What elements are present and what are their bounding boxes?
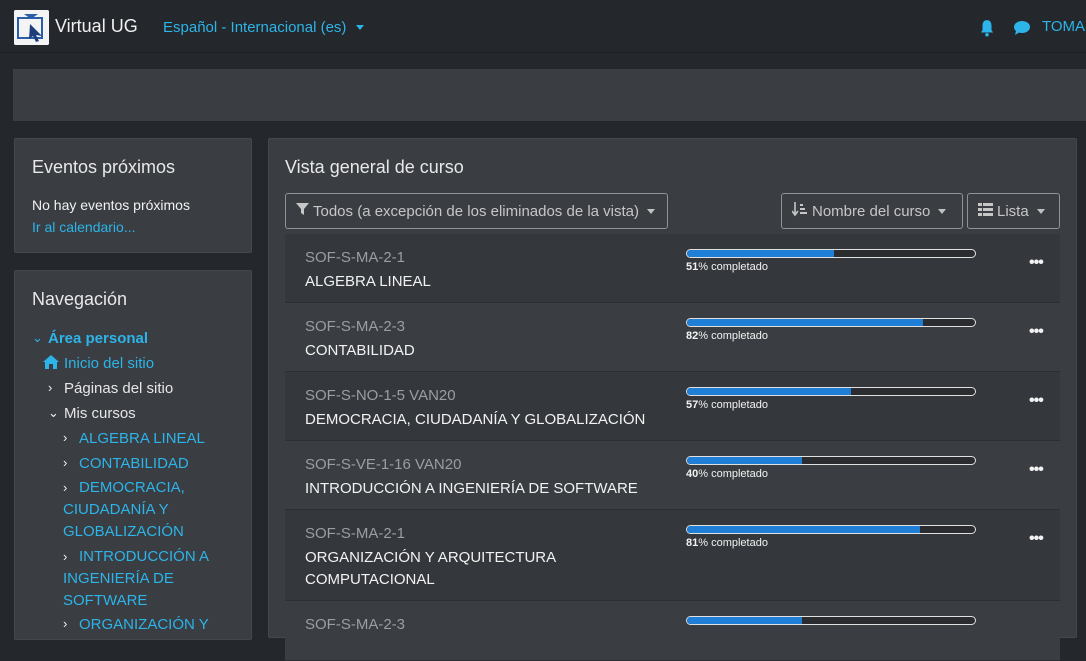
sort-label: Nombre del curso: [812, 202, 931, 220]
filter-label: Todos (a excepción de los eliminados de …: [313, 202, 640, 220]
progress-bar: [686, 525, 976, 534]
course-name-link[interactable]: DEMOCRACIA, CIUDADANÍA Y GLOBALIZACIÓN: [305, 409, 665, 431]
site-logo[interactable]: [14, 10, 49, 45]
progress-text: 81% completado: [686, 537, 768, 549]
nav-course-label: ALGEBRA LINEAL: [79, 430, 205, 447]
nav-course-label: SOFTWARE: [63, 592, 148, 609]
nav-item-home[interactable]: Inicio del sitio: [43, 355, 154, 373]
nav-course-intro-software[interactable]: › INTRODUCCIÓN A INGENIERÍA DE SOFTWARE: [63, 546, 209, 612]
progress-fill: [687, 526, 921, 533]
chevron-right-icon: ›: [48, 380, 53, 395]
view-dropdown[interactable]: Lista: [967, 193, 1060, 229]
nav-item-label: Inicio del sitio: [64, 355, 155, 372]
course-name-link[interactable]: CONTABILIDAD: [305, 340, 665, 362]
nav-item-label: Páginas del sitio: [64, 380, 174, 397]
sort-dropdown[interactable]: Nombre del curso: [781, 193, 963, 229]
progress-fill: [687, 617, 803, 624]
nav-course-label: CONTABILIDAD: [79, 455, 189, 472]
course-row[interactable]: SOF-S-MA-2-1 ORGANIZACIÓN Y ARQUITECTURA …: [285, 510, 1060, 601]
chevron-down-icon: ⌄: [32, 330, 43, 345]
chevron-down-icon: [938, 208, 947, 214]
home-icon: [43, 355, 59, 373]
course-row[interactable]: SOF-S-VE-1-16 VAN20 INTRODUCCIÓN A INGENI…: [285, 441, 1060, 510]
course-code: SOF-S-VE-1-16 VAN20: [305, 456, 462, 473]
page-header-band: [13, 69, 1086, 121]
course-code: SOF-S-MA-2-3: [305, 318, 406, 335]
course-row[interactable]: SOF-S-MA-2-1 ALGEBRA LINEAL 51% completado…: [285, 234, 1060, 303]
chevron-down-icon: [647, 208, 656, 214]
nav-item-personal[interactable]: ⌄ Área personal: [32, 330, 148, 347]
events-title: Eventos próximos: [32, 157, 176, 177]
course-row[interactable]: SOF-S-NO-1-5 VAN20 DEMOCRACIA, CIUDADANÍA…: [285, 372, 1060, 441]
site-brand[interactable]: Virtual UG: [55, 16, 138, 37]
nav-course-label: INGENIERÍA DE: [63, 570, 174, 587]
more-actions-icon[interactable]: •••: [1029, 530, 1044, 548]
course-code: SOF-S-MA-2-1: [305, 249, 406, 266]
progress-fill: [687, 250, 834, 257]
course-name-link[interactable]: ORGANIZACIÓN Y ARQUITECTURA COMPUTACIONA…: [305, 547, 665, 591]
nav-item-label: Mis cursos: [64, 405, 136, 422]
more-actions-icon[interactable]: •••: [1029, 461, 1044, 479]
more-actions-icon[interactable]: •••: [1029, 254, 1044, 272]
nav-course-contabilidad[interactable]: › CONTABILIDAD: [63, 455, 189, 472]
nav-course-label: INTRODUCCIÓN A: [79, 548, 210, 565]
more-actions-icon[interactable]: •••: [1029, 323, 1044, 341]
progress-bar: [686, 249, 976, 258]
chevron-right-icon: ›: [63, 430, 68, 445]
progress-bar: [686, 387, 976, 396]
chevron-right-icon: ›: [63, 549, 68, 564]
nav-course-label: CIUDADANÍA Y: [63, 501, 169, 518]
chevron-down-icon: ⌄: [48, 405, 59, 420]
grid-icon: [978, 202, 993, 220]
language-menu[interactable]: Español - Internacional (es): [163, 19, 365, 36]
top-navbar: Virtual UG Español - Internacional (es) …: [0, 0, 1086, 53]
progress-text: 57% completado: [686, 399, 768, 411]
progress-text: 40% completado: [686, 468, 768, 480]
course-code: SOF-S-NO-1-5 VAN20: [305, 387, 456, 404]
filter-dropdown[interactable]: Todos (a excepción de los eliminados de …: [285, 193, 668, 229]
nav-course-label: DEMOCRACIA,: [79, 479, 185, 496]
overview-title: Vista general de curso: [285, 157, 464, 177]
course-row[interactable]: SOF-S-MA-2-3 CONTABILIDAD 82% completado ••…: [285, 303, 1060, 372]
course-name-link[interactable]: ALGEBRA LINEAL: [305, 271, 665, 293]
more-actions-icon[interactable]: •••: [1029, 392, 1044, 410]
navigation-block: Navegación ⌄ Área personal Inicio del si…: [14, 270, 252, 640]
nav-course-algebra[interactable]: › ALGEBRA LINEAL: [63, 430, 205, 447]
nav-item-my-courses[interactable]: ⌄ Mis cursos: [48, 405, 136, 422]
progress-bar: [686, 318, 976, 327]
progress-text: 51% completado: [686, 261, 768, 273]
navigation-title: Navegación: [32, 289, 128, 309]
chat-icon[interactable]: [1013, 20, 1031, 41]
progress-text: 82% completado: [686, 330, 768, 342]
sort-icon: [791, 201, 808, 221]
progress-bar: [686, 616, 976, 625]
progress-fill: [687, 388, 852, 395]
course-name-link[interactable]: INTRODUCCIÓN A INGENIERÍA DE SOFTWARE: [305, 478, 665, 500]
chevron-right-icon: ›: [63, 455, 68, 470]
no-events-text: No hay eventos próximos: [32, 197, 190, 213]
filter-icon: [296, 202, 309, 220]
nav-course-democracia[interactable]: › DEMOCRACIA, CIUDADANÍA Y GLOBALIZACIÓN: [63, 477, 185, 543]
course-row[interactable]: SOF-S-MA-2-3: [285, 601, 1060, 661]
nav-item-label: Área personal: [48, 330, 149, 347]
bell-icon[interactable]: [978, 19, 996, 42]
progress-bar: [686, 456, 976, 465]
progress-fill: [687, 319, 924, 326]
chevron-down-icon: [356, 25, 365, 30]
view-label: Lista: [997, 202, 1029, 220]
chevron-down-icon: [1036, 208, 1045, 214]
nav-item-site-pages[interactable]: › Páginas del sitio: [48, 380, 173, 397]
nav-course-label: GLOBALIZACIÓN: [63, 523, 184, 540]
language-label: Español - Internacional (es): [163, 19, 347, 36]
chevron-right-icon: ›: [63, 616, 68, 631]
events-block: Eventos próximos No hay eventos próximos…: [14, 138, 252, 253]
chevron-right-icon: ›: [63, 480, 68, 495]
user-menu[interactable]: TOMAS: [1042, 18, 1086, 35]
course-code: SOF-S-MA-2-1: [305, 525, 406, 542]
progress-fill: [687, 457, 803, 464]
calendar-link[interactable]: Ir al calendario...: [32, 219, 136, 235]
